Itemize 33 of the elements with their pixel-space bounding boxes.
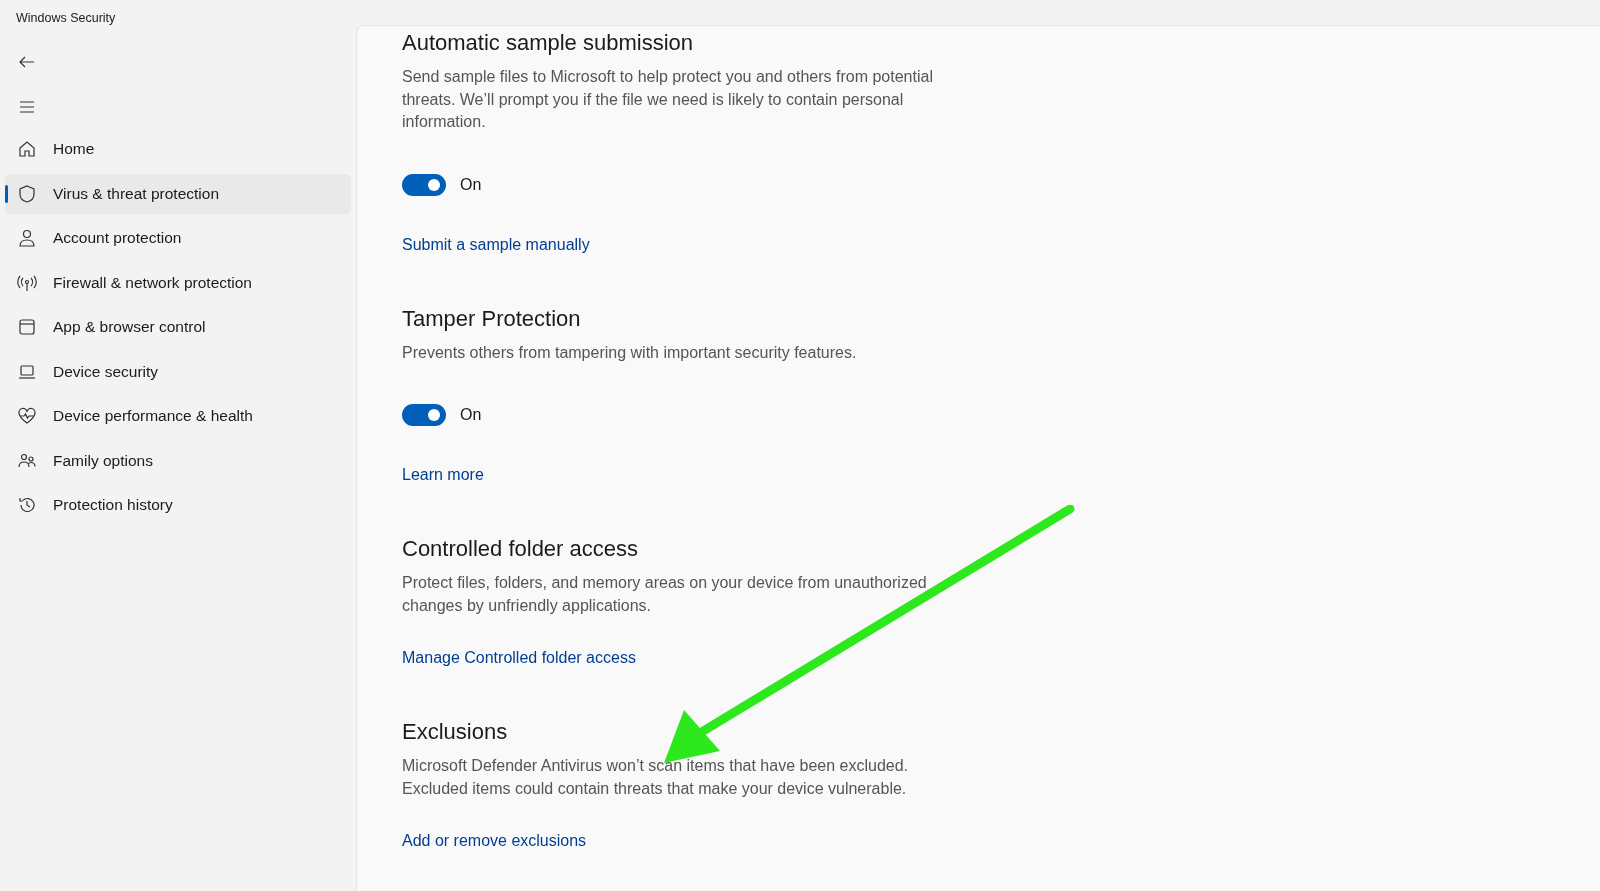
section-description: Send sample files to Microsoft to help protect you and others from potential threats. We’ll prompt you if the file we need is likely to contain personal information. [402, 67, 934, 132]
link[interactable]: Learn more [402, 466, 484, 484]
sidebar-item[interactable]: Family options [5, 440, 351, 481]
section-description: Prevents others from tampering with important security features. [402, 342, 858, 363]
heart-pulse-icon [17, 406, 37, 426]
sidebar-item[interactable]: Device performance & health [5, 396, 351, 436]
sidebar-item[interactable]: Device security [5, 351, 351, 392]
section-heading: Exclusions [402, 719, 509, 745]
link[interactable]: Submit a sample manually [402, 235, 590, 254]
link[interactable]: Add or remove exclusions [402, 832, 587, 850]
toggle-switch[interactable] [402, 173, 446, 196]
section-heading: Controlled folder access [402, 536, 639, 562]
house-icon [17, 139, 37, 159]
sidebar-item[interactable]: Account protection [5, 218, 351, 258]
toggle-label: On [460, 175, 482, 194]
toggle-label: On [460, 406, 482, 424]
sidebar-item[interactable]: Protection history [5, 485, 351, 525]
link[interactable]: Manage Controlled folder access [402, 649, 636, 667]
section-description: Microsoft Defender Antivirus won’t scan items that have been excluded. Excluded items could contain threats that make your device vulnerable. [402, 756, 910, 799]
section-description: Protect files, folders, and memory areas on your device from unauthorized changes by unfriendly applications. [402, 573, 928, 616]
sidebar-item[interactable]: Firewall & network protection [5, 262, 351, 303]
sidebar-item[interactable]: Virus & threat protection [5, 173, 351, 214]
sidebar-item[interactable]: App & browser control [5, 307, 351, 347]
window-icon [17, 317, 37, 337]
person-icon [17, 228, 37, 248]
section-heading: Automatic sample submission [402, 30, 694, 56]
sidebar-item[interactable]: Home [5, 129, 351, 169]
history-icon [17, 495, 37, 515]
toggle-switch[interactable] [402, 404, 446, 426]
selection-indicator [5, 184, 8, 203]
window-title: Windows Security [15, 10, 117, 25]
section-heading: Tamper Protection [402, 305, 582, 332]
shield-icon [17, 183, 37, 204]
